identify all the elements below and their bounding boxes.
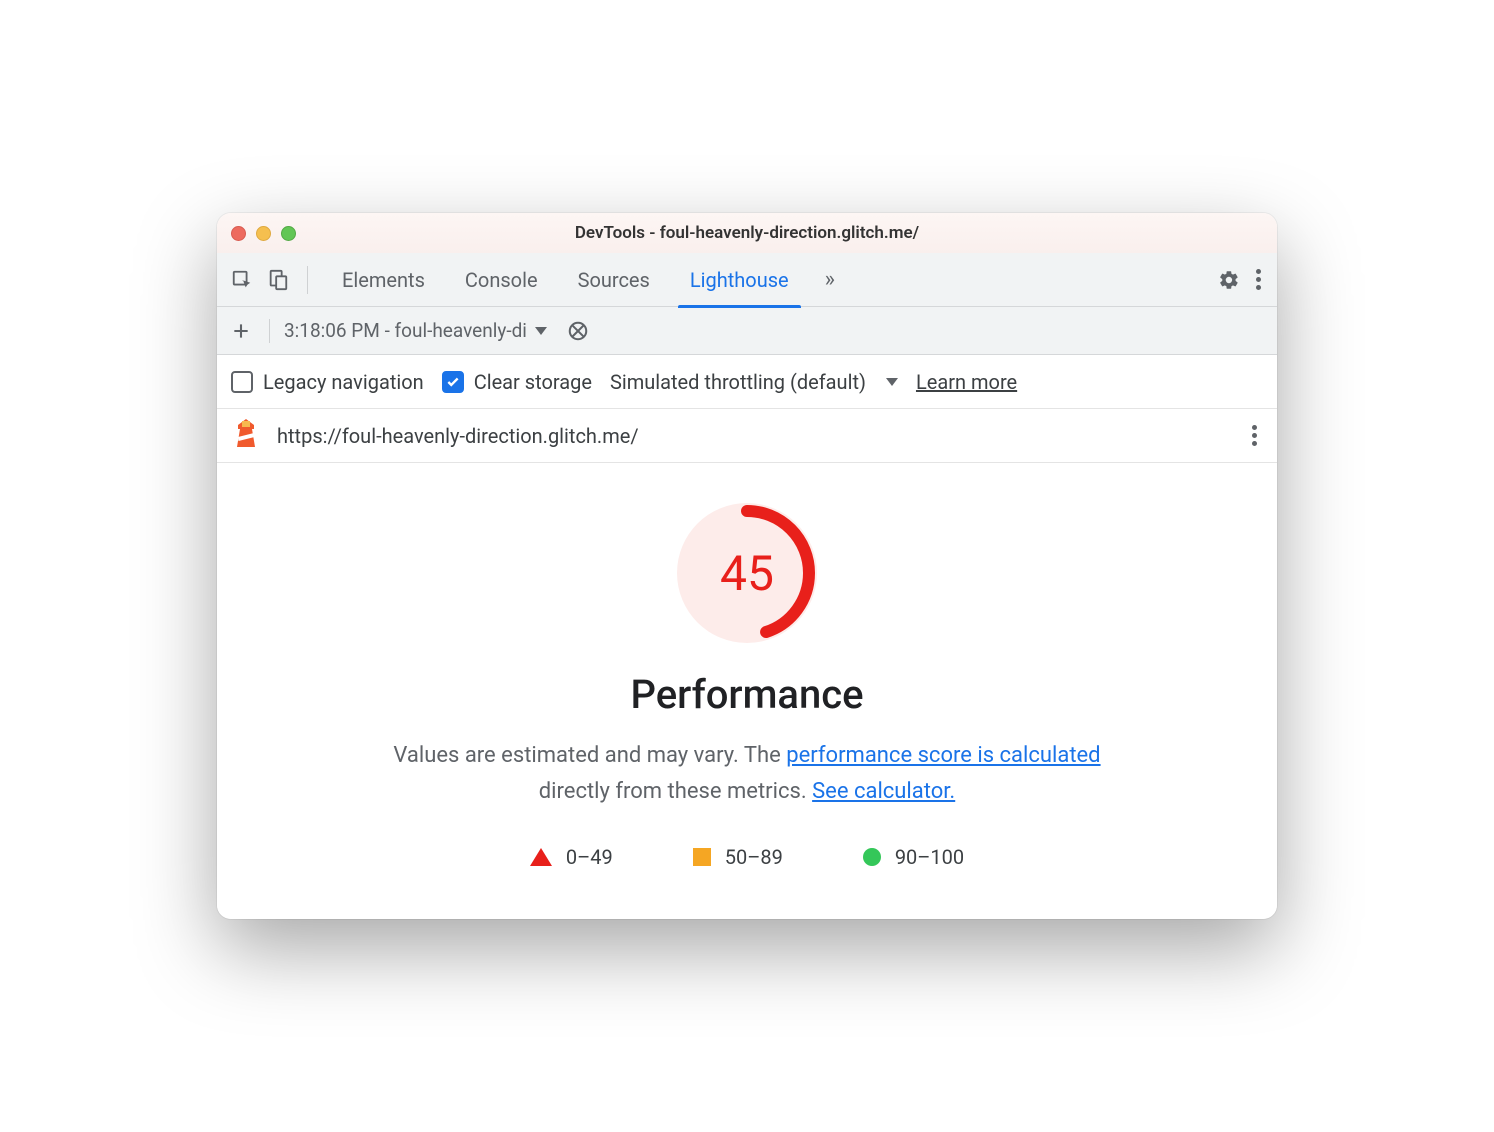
divider — [307, 266, 308, 294]
lighthouse-report: 45 Performance Values are estimated and … — [217, 463, 1277, 918]
tabs: Elements Console Sources Lighthouse — [322, 253, 809, 307]
circle-icon — [863, 848, 881, 866]
lighthouse-options-bar: Legacy navigation Clear storage Simulate… — [217, 355, 1277, 409]
triangle-icon — [530, 848, 552, 866]
score-calculated-link[interactable]: performance score is calculated — [786, 743, 1100, 768]
settings-gear-icon[interactable] — [1214, 265, 1244, 295]
lighthouse-toolbar: 3:18:06 PM - foul-heavenly-di — [217, 307, 1277, 355]
close-window-button[interactable] — [231, 226, 246, 241]
device-toolbar-icon[interactable] — [263, 265, 293, 295]
chevron-down-icon — [886, 378, 898, 386]
divider — [269, 319, 270, 343]
throttling-selector[interactable]: Simulated throttling (default) — [610, 370, 898, 394]
titlebar: DevTools - foul-heavenly-direction.glitc… — [217, 213, 1277, 253]
clear-storage-label: Clear storage — [474, 370, 592, 394]
legend-mid: 50–89 — [693, 845, 783, 869]
performance-score: 45 — [677, 503, 817, 643]
tab-sources[interactable]: Sources — [558, 253, 670, 307]
report-menu-icon[interactable] — [1246, 419, 1263, 452]
throttling-label: Simulated throttling (default) — [610, 370, 866, 394]
new-report-button[interactable] — [227, 317, 255, 345]
report-url: https://foul-heavenly-direction.glitch.m… — [277, 424, 639, 448]
clear-report-icon[interactable] — [563, 316, 593, 346]
clear-storage-option[interactable]: Clear storage — [442, 370, 592, 394]
learn-more-link[interactable]: Learn more — [916, 370, 1017, 394]
window-title: DevTools - foul-heavenly-direction.glitc… — [575, 223, 919, 243]
performance-gauge: 45 — [257, 503, 1237, 643]
performance-title: Performance — [257, 671, 1237, 718]
more-tabs-icon[interactable]: » — [815, 267, 845, 292]
report-selector-label: 3:18:06 PM - foul-heavenly-di — [284, 319, 527, 342]
maximize-window-button[interactable] — [281, 226, 296, 241]
report-url-bar: https://foul-heavenly-direction.glitch.m… — [217, 409, 1277, 463]
minimize-window-button[interactable] — [256, 226, 271, 241]
square-icon — [693, 848, 711, 866]
devtools-tabs-bar: Elements Console Sources Lighthouse » — [217, 253, 1277, 307]
legend-high: 90–100 — [863, 845, 964, 869]
lighthouse-logo-icon — [231, 417, 261, 454]
chevron-down-icon — [535, 327, 547, 335]
legacy-navigation-option[interactable]: Legacy navigation — [231, 370, 424, 394]
clear-storage-checkbox[interactable] — [442, 371, 464, 393]
see-calculator-link[interactable]: See calculator. — [812, 779, 955, 804]
devtools-window: DevTools - foul-heavenly-direction.glitc… — [217, 213, 1277, 918]
inspect-element-icon[interactable] — [227, 265, 257, 295]
legacy-navigation-checkbox[interactable] — [231, 371, 253, 393]
score-legend: 0–49 50–89 90–100 — [257, 845, 1237, 869]
legacy-navigation-label: Legacy navigation — [263, 370, 424, 394]
traffic-lights — [231, 226, 296, 241]
tab-lighthouse[interactable]: Lighthouse — [670, 253, 809, 307]
report-selector[interactable]: 3:18:06 PM - foul-heavenly-di — [284, 319, 547, 342]
tab-console[interactable]: Console — [445, 253, 558, 307]
tab-elements[interactable]: Elements — [322, 253, 445, 307]
kebab-menu-icon[interactable] — [1250, 263, 1267, 296]
legend-low: 0–49 — [530, 845, 613, 869]
performance-description: Values are estimated and may vary. The p… — [357, 738, 1137, 808]
